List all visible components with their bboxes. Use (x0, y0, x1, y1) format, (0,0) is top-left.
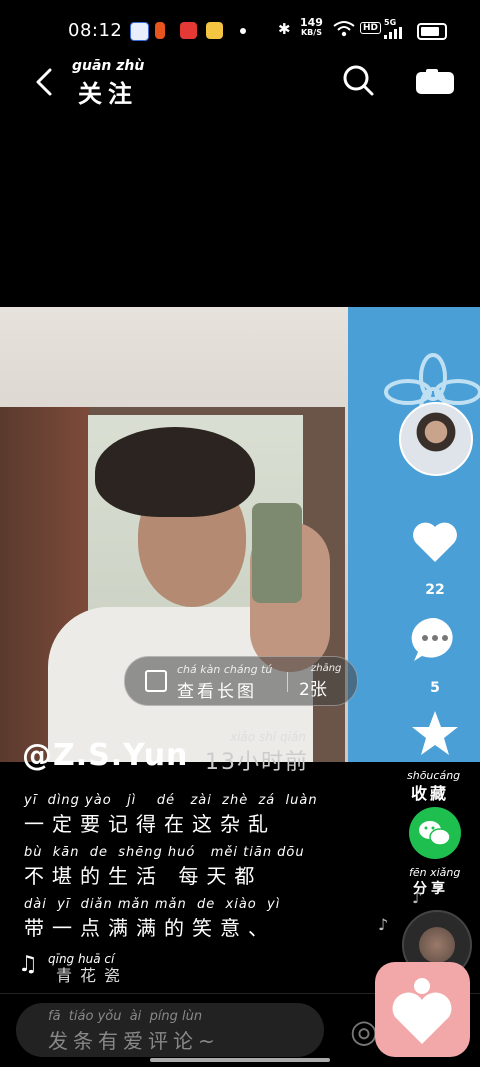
heart-person-icon (392, 978, 452, 1044)
notification-app-icon (180, 22, 197, 39)
heart-icon[interactable] (409, 516, 461, 568)
collect-label: 收藏 (411, 784, 450, 803)
music-title[interactable]: 青花瓷 (56, 962, 128, 986)
bluetooth-icon: ✱ (278, 20, 291, 38)
music-note-icon: ♪ (412, 888, 423, 907)
music-note-icon: ♪ (378, 915, 389, 934)
post-time: 13小时前 (205, 750, 309, 775)
caption-line: 带一点满满的笑意、 (24, 916, 276, 940)
notification-app-icon (206, 22, 223, 39)
at-mention-icon[interactable]: ◎ (350, 1012, 378, 1050)
star-icon[interactable] (409, 708, 461, 760)
caption-line: 不堪的生活 每天都 (24, 864, 263, 888)
author-name[interactable]: @Z.S.Yun (22, 738, 188, 773)
page-title: 关注 (78, 80, 138, 108)
image-icon (145, 670, 167, 692)
music-note-icon: ♫ (18, 952, 38, 977)
comment-input[interactable]: fā tiáo yǒu ài píng lùn 发条有爱评论~ (16, 1003, 324, 1057)
home-indicator (150, 1058, 330, 1062)
comment-placeholder: 发条有爱评论~ (48, 1029, 220, 1053)
wifi-icon (333, 21, 355, 37)
search-icon[interactable] (340, 62, 376, 98)
wechat-share-button[interactable] (409, 807, 461, 859)
like-count: 22 (425, 582, 445, 598)
signal-icon: 5G (384, 18, 408, 39)
notification-app-icon (155, 22, 165, 39)
camera-icon[interactable] (414, 68, 456, 96)
photo-subject-hair (95, 427, 255, 517)
photo-phone (252, 503, 302, 603)
battery-icon (417, 23, 447, 40)
view-long-image-label: 查看长图 (177, 682, 257, 702)
view-long-image-button[interactable]: chá kàn cháng tú 查看长图 zhāng 2张 (124, 656, 358, 706)
network-speed: 149 KB/S (300, 16, 323, 37)
more-notifications-dot (240, 28, 246, 34)
wechat-icon (419, 821, 451, 846)
floating-heart-button[interactable] (375, 962, 470, 1057)
hd-icon: HD (360, 22, 382, 34)
comment-count: 5 (430, 680, 440, 696)
status-time: 08:12 (68, 20, 123, 41)
status-bar: 08:12 ✱ 149 KB/S HD 5G (0, 0, 480, 60)
back-button[interactable] (28, 64, 64, 100)
caption-line: 一定要记得在这杂乱 (24, 812, 276, 836)
author-avatar[interactable] (399, 402, 473, 476)
notification-app-icon (130, 22, 149, 41)
page-title-pinyin: guān zhù (72, 58, 145, 74)
comment-icon[interactable] (409, 614, 461, 666)
image-count: 2张 (299, 680, 327, 700)
